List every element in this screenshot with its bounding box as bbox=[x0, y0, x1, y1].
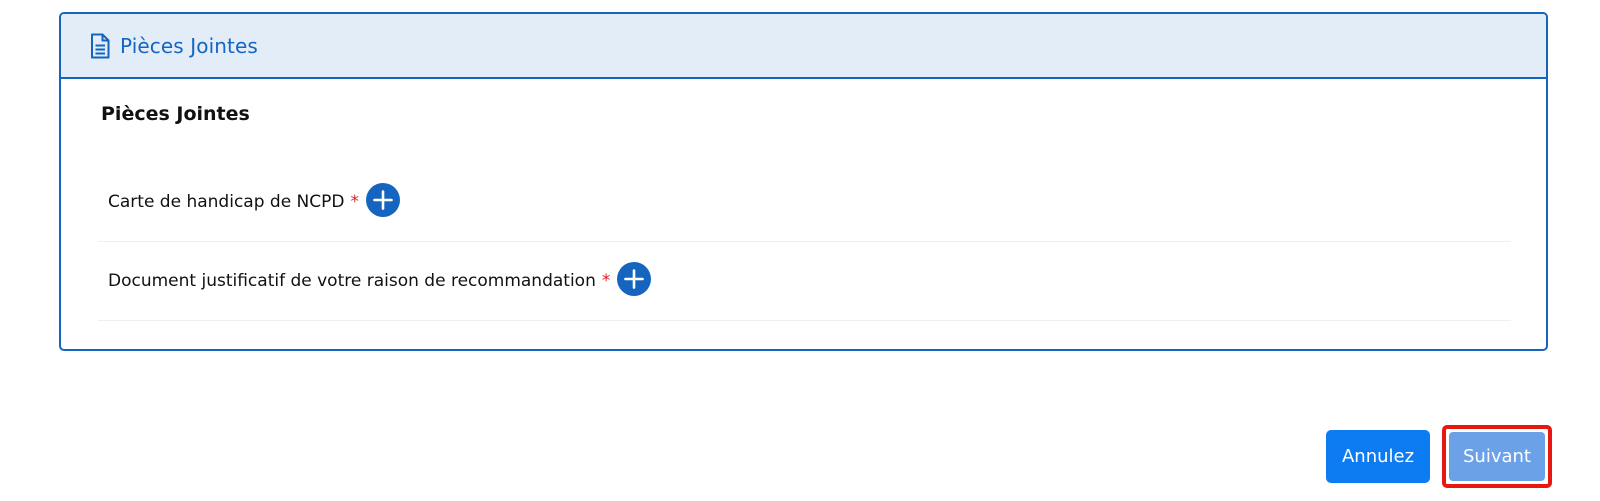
required-marker: * bbox=[601, 271, 611, 291]
attachment-row-ncpd-card: Carte de handicap de NCPD * bbox=[98, 163, 1511, 242]
cancel-button[interactable]: Annulez bbox=[1326, 430, 1430, 483]
attachment-row-supporting-document: Document justificatif de votre raison de… bbox=[98, 242, 1511, 321]
next-button[interactable]: Suivant bbox=[1449, 432, 1545, 481]
required-marker: * bbox=[350, 192, 359, 212]
document-icon bbox=[90, 33, 110, 59]
section-title: Pièces Jointes bbox=[101, 103, 250, 125]
panel-header: Pièces Jointes bbox=[61, 14, 1546, 79]
add-attachment-button[interactable] bbox=[617, 262, 652, 296]
panel-title: Pièces Jointes bbox=[120, 33, 258, 58]
add-attachment-button[interactable] bbox=[365, 183, 400, 217]
attachment-label: Carte de handicap de NCPD bbox=[108, 192, 345, 212]
attachments-panel: Pièces Jointes Pièces Jointes Carte de h… bbox=[59, 12, 1548, 351]
plus-icon bbox=[624, 269, 645, 289]
attachment-label: Document justificatif de votre raison de… bbox=[108, 271, 596, 291]
plus-icon bbox=[373, 190, 393, 210]
next-button-highlight: Suivant bbox=[1442, 425, 1552, 488]
